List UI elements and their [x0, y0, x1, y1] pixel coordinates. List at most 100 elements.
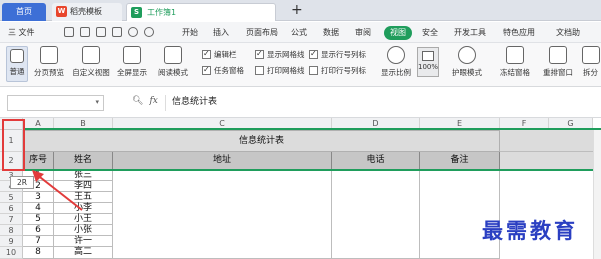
edit-bar-checkbox[interactable]: 编辑栏 [202, 48, 237, 60]
phone-column-cells[interactable] [332, 170, 420, 259]
header-cell[interactable]: 地址 [113, 152, 332, 170]
empty-cell[interactable] [500, 130, 601, 152]
reading-mode-button[interactable]: 阅读模式 [152, 46, 194, 78]
print-icon[interactable] [96, 27, 106, 37]
menu-view[interactable]: 视图 [384, 26, 412, 40]
task-pane-label: 任务窗格 [214, 66, 244, 75]
tab-templates[interactable]: W 稻壳模板 [52, 3, 122, 21]
table-cell[interactable]: 6 [23, 225, 54, 236]
menu-start[interactable]: 开始 [182, 26, 198, 40]
menu-formula[interactable]: 公式 [291, 26, 307, 40]
menu-doc-assistant[interactable]: 文档助 [556, 26, 580, 40]
edit-bar-label: 编辑栏 [214, 50, 237, 59]
menu-insert[interactable]: 插入 [213, 26, 229, 40]
show-rowcol-checkbox[interactable]: 显示行号列标 [309, 48, 366, 60]
formula-input[interactable]: 信息统计表 [165, 95, 601, 111]
menu-security[interactable]: 安全 [422, 26, 438, 40]
title-cell[interactable]: 信息统计表 [23, 130, 500, 152]
checkbox-unchecked-icon [255, 66, 264, 75]
menu-review[interactable]: 审阅 [355, 26, 371, 40]
custom-view-button[interactable]: 自定义视图 [70, 46, 112, 78]
split-icon [581, 46, 600, 64]
print-rowcol-label: 打印行号列标 [321, 66, 366, 75]
rearrange-button[interactable]: 重排窗口 [540, 46, 576, 78]
table-cell[interactable]: 小张 [54, 225, 113, 236]
menu-bar: 三 文件 开始 插入 页面布局 公式 数据 审阅 视图 安全 开发工具 特色应用… [0, 22, 601, 43]
row-header[interactable]: 9 [0, 236, 23, 247]
header-cell[interactable]: 电话 [332, 152, 420, 170]
row-header[interactable]: 8 [0, 225, 23, 236]
freeze-icon [506, 46, 524, 64]
selection-bottom-border [23, 169, 601, 171]
magnifier-icon [387, 46, 405, 64]
freeze-label: 冻结窗格 [500, 68, 530, 77]
tab-workbook[interactable]: S 工作簿1 [126, 3, 276, 21]
checkbox-checked-icon [202, 48, 211, 59]
zoom-label: 显示比例 [381, 68, 411, 77]
menu-features[interactable]: 特色应用 [503, 26, 535, 40]
red-arrow-icon [32, 170, 83, 211]
watermark: 最需教育 [482, 218, 578, 243]
print-rowcol-checkbox[interactable]: 打印行号列标 [309, 65, 366, 76]
redo-icon[interactable] [144, 27, 154, 37]
freeze-panes-button[interactable]: 冻结窗格 [494, 46, 536, 78]
fullscreen-icon [123, 46, 141, 64]
rearrange-label: 重排窗口 [543, 68, 573, 77]
preview-icon[interactable] [112, 27, 122, 37]
row-header[interactable]: 5 [0, 192, 23, 203]
template-icon: W [56, 6, 67, 17]
windows-icon [549, 46, 567, 64]
normal-view-label: 普通 [9, 67, 25, 76]
new-tab-button[interactable]: + [291, 2, 303, 19]
show-gridlines-label: 显示网格线 [267, 50, 305, 59]
export-icon[interactable] [80, 27, 90, 37]
zoom-100-button[interactable]: 100% [417, 47, 439, 77]
fullscreen-button[interactable]: 全屏显示 [116, 46, 148, 78]
reading-mode-label: 阅读模式 [158, 68, 188, 77]
table-cell[interactable]: 7 [23, 236, 54, 247]
zoom-button[interactable]: 显示比例 [380, 46, 412, 78]
fx-icon[interactable]: fx [149, 96, 157, 106]
menu-data[interactable]: 数据 [323, 26, 339, 40]
empty-cell[interactable] [500, 152, 601, 170]
checkbox-unchecked-icon [309, 66, 318, 75]
table-cell[interactable]: 高二 [54, 247, 113, 259]
eye-mode-button[interactable]: 护眼模式 [450, 46, 484, 78]
menu-file[interactable]: 三 文件 [8, 26, 35, 40]
eye-mode-label: 护眼模式 [452, 68, 482, 77]
row-header[interactable]: 10 [0, 247, 23, 259]
header-cell[interactable]: 备注 [420, 152, 500, 170]
tab-templates-label: 稻壳模板 [70, 7, 102, 16]
task-pane-checkbox[interactable]: 任务窗格 [202, 64, 244, 76]
formula-bar: ▾ 🔍︎ fx 信息统计表 [0, 88, 601, 118]
tab-home[interactable]: 首页 [2, 3, 46, 21]
vertical-scrollbar[interactable] [593, 130, 601, 259]
zoom-formula-icon[interactable]: 🔍︎ [132, 96, 143, 106]
table-cell[interactable]: 许一 [54, 236, 113, 247]
fullscreen-label: 全屏显示 [117, 68, 147, 77]
zoom-100-icon [422, 51, 434, 61]
page-preview-label: 分页预览 [34, 68, 64, 77]
page-break-icon [40, 46, 58, 64]
menu-developer[interactable]: 开发工具 [454, 26, 486, 40]
menu-page-layout[interactable]: 页面布局 [246, 26, 278, 40]
ribbon-view: 普通 分页预览 自定义视图 全屏显示 阅读模式 编辑栏 任务窗格 显示网格线 打… [0, 43, 601, 87]
name-box[interactable]: ▾ [7, 95, 104, 111]
split-button[interactable]: 拆分 [580, 46, 601, 78]
print-gridlines-checkbox[interactable]: 打印网格线 [255, 65, 305, 76]
address-column-cells[interactable] [113, 170, 332, 259]
save-icon[interactable] [64, 27, 74, 37]
tab-bar: 首页 W 稻壳模板 S 工作簿1 + [0, 0, 601, 21]
row-selection-highlight [2, 119, 25, 171]
page-preview-button[interactable]: 分页预览 [32, 46, 66, 78]
custom-view-label: 自定义视图 [72, 68, 110, 77]
row-header[interactable]: 7 [0, 214, 23, 225]
normal-view-button[interactable]: 普通 [6, 46, 28, 82]
checkbox-checked-icon [255, 48, 264, 59]
row-header[interactable]: 6 [0, 203, 23, 214]
tab-workbook-label: 工作簿1 [147, 8, 177, 17]
show-gridlines-checkbox[interactable]: 显示网格线 [255, 48, 305, 60]
show-rowcol-label: 显示行号列标 [321, 50, 366, 59]
undo-icon[interactable] [128, 27, 138, 37]
table-cell[interactable]: 8 [23, 247, 54, 259]
